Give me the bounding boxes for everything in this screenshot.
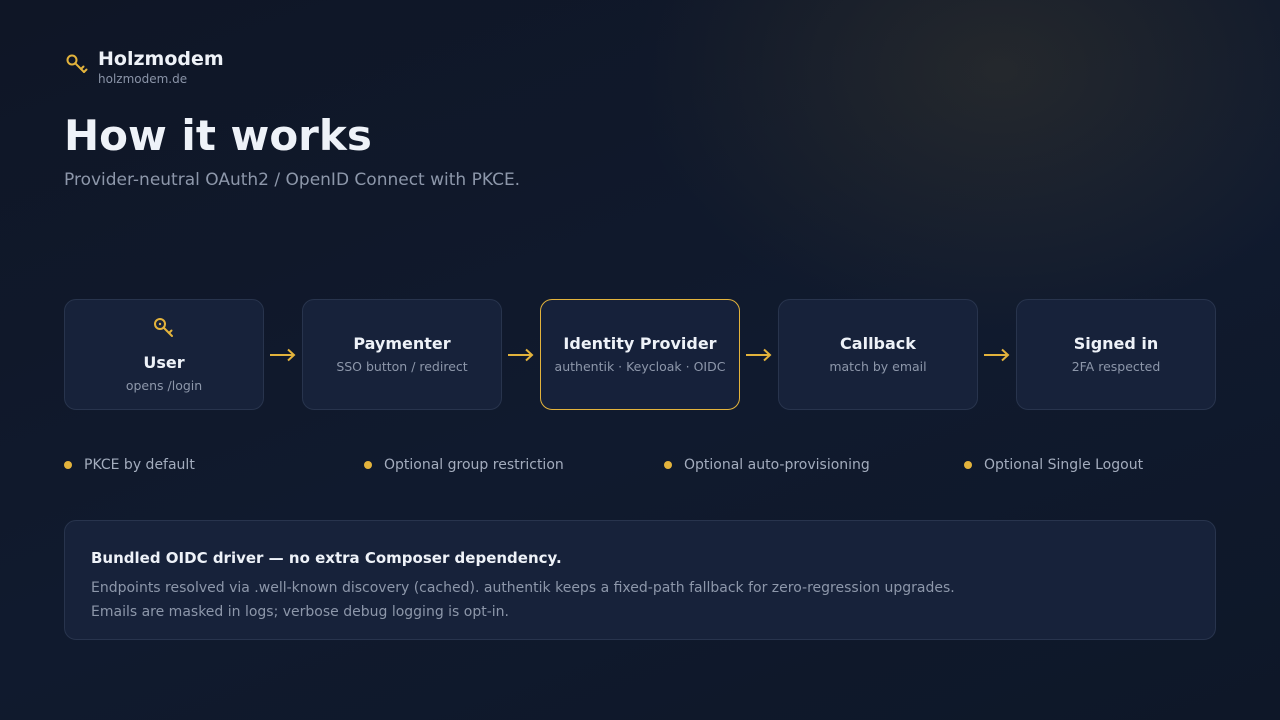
flow-step-subtitle: authentik · Keycloak · OIDC xyxy=(554,359,726,374)
flow-step-paymenter: Paymenter SSO button / redirect xyxy=(302,299,502,410)
brand: Holzmodem holzmodem.de xyxy=(64,48,224,87)
note-line: Endpoints resolved via .well-known disco… xyxy=(91,580,955,596)
brand-name: Holzmodem xyxy=(98,48,224,70)
info-note-card: Bundled OIDC driver — no extra Composer … xyxy=(64,520,1216,640)
key-icon xyxy=(151,315,177,353)
feature-label: PKCE by default xyxy=(84,457,195,473)
flow-step-title: User xyxy=(143,353,185,372)
arrow-right-icon xyxy=(502,299,540,410)
feature-item: Optional Single Logout xyxy=(964,455,1143,475)
arrow-right-icon xyxy=(978,299,1016,410)
bullet-dot-icon xyxy=(364,461,372,469)
feature-item: PKCE by default xyxy=(64,455,195,475)
key-icon xyxy=(64,48,98,82)
flow-step-subtitle: match by email xyxy=(829,359,927,374)
flow-step-callback: Callback match by email xyxy=(778,299,978,410)
flow-step-subtitle: 2FA respected xyxy=(1071,359,1161,374)
page-subtitle: Provider-neutral OAuth2 / OpenID Connect… xyxy=(64,170,521,190)
note-title: Bundled OIDC driver — no extra Composer … xyxy=(91,549,562,567)
flow-step-title: Paymenter xyxy=(353,334,451,353)
feature-label: Optional group restriction xyxy=(384,457,564,473)
flow-step-user: User opens /login xyxy=(64,299,264,410)
bullet-dot-icon xyxy=(964,461,972,469)
flow-step-identity-provider: Identity Provider authentik · Keycloak ·… xyxy=(540,299,740,410)
bullet-dot-icon xyxy=(64,461,72,469)
flow-diagram: User opens /login Paymenter SSO button /… xyxy=(64,299,1216,410)
note-line: Emails are masked in logs; verbose debug… xyxy=(91,604,509,620)
feature-item: Optional group restriction xyxy=(364,455,564,475)
arrow-right-icon xyxy=(740,299,778,410)
flow-step-subtitle: SSO button / redirect xyxy=(336,359,468,374)
feature-label: Optional Single Logout xyxy=(984,457,1144,473)
flow-step-subtitle: opens /login xyxy=(125,378,203,393)
flow-step-signed-in: Signed in 2FA respected xyxy=(1016,299,1216,410)
brand-text: Holzmodem holzmodem.de xyxy=(98,48,224,87)
feature-label: Optional auto-provisioning xyxy=(684,457,870,473)
feature-list: PKCE by default Optional group restricti… xyxy=(64,455,1264,475)
feature-item: Optional auto-provisioning xyxy=(664,455,870,475)
brand-domain: holzmodem.de xyxy=(98,72,188,86)
page-title: How it works xyxy=(64,111,372,160)
flow-step-title: Signed in xyxy=(1073,334,1159,353)
flow-step-title: Identity Provider xyxy=(563,334,717,353)
bullet-dot-icon xyxy=(664,461,672,469)
flow-step-title: Callback xyxy=(840,334,916,353)
arrow-right-icon xyxy=(264,299,302,410)
